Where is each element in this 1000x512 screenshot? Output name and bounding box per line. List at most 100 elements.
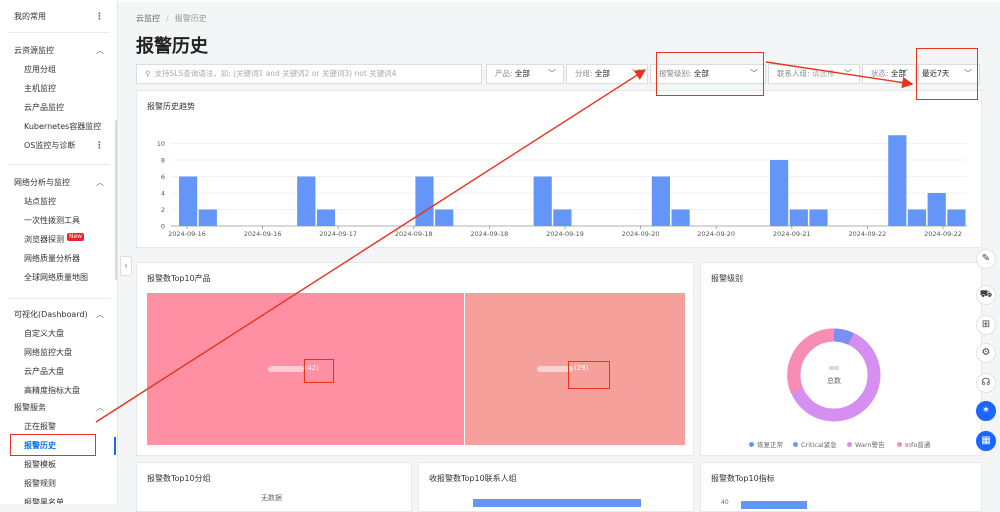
chart-bar <box>770 160 789 226</box>
chevron-up-icon: ︿ <box>96 46 104 55</box>
chevron-down-icon: ﹀ <box>548 69 556 78</box>
top10-contacts-card: 收报警数Top10联系人组 <box>418 462 694 512</box>
sidebar-item[interactable]: 网络监控大盘 <box>0 344 117 362</box>
more-icon[interactable]: ⋮ <box>95 8 104 26</box>
annotation-box-level <box>656 52 764 96</box>
sidebar-item-label: 云产品监控 <box>24 103 64 112</box>
x-tick-label: 2024-09-20 <box>622 230 660 238</box>
chart-bar <box>415 176 434 226</box>
annotation-box-cell-1 <box>304 359 334 383</box>
x-tick-label: 2024-09-18 <box>471 230 509 238</box>
product-label: 产品: <box>495 69 513 78</box>
contact-bar <box>473 499 641 507</box>
legend-label: 恢复正常 <box>757 441 783 449</box>
top10-products-title: 报警数Top10产品 <box>147 274 211 283</box>
donut-center-label: 总数 <box>827 376 841 385</box>
y-tick-label: 40 <box>721 499 729 506</box>
sidebar-item[interactable]: 云产品监控 <box>0 99 117 117</box>
sidebar-item[interactable]: 浏览器探测 New <box>0 231 117 249</box>
search-icon: ⚲ <box>145 69 151 78</box>
y-tick-label: 0 <box>161 223 165 231</box>
sidebar-item-label: Kubernetes容器监控 <box>24 122 102 131</box>
edit-icon[interactable]: ✎ <box>976 249 996 269</box>
chevron-down-icon: ﹀ <box>900 69 908 78</box>
new-badge: New <box>67 233 85 241</box>
sidebar-item-label: 浏览器探测 <box>24 235 64 244</box>
contact-value: 请选择 <box>811 69 835 78</box>
legend-label: Critical紧急 <box>801 441 837 449</box>
sidebar-item[interactable]: 网络质量分析器 <box>0 250 117 268</box>
sidebar-item[interactable]: 站点监控 <box>0 193 117 211</box>
assistant-icon[interactable]: ✶ <box>976 401 996 421</box>
chevron-down-icon: ﹀ <box>632 69 640 78</box>
sidebar-item[interactable]: 报警规则 <box>0 475 117 493</box>
main-content: 云监控 / 报警历史 报警历史 ⚲ 支持SLS查询语法，如: (关键词1 and 关键… <box>130 0 986 512</box>
chart-bar <box>198 209 217 226</box>
group-label: 可视化(Dashboard) <box>14 310 88 319</box>
sidebar-group-cloud[interactable]: 云资源监控 ︿ <box>0 42 117 60</box>
sidebar-item[interactable]: 一次性拨测工具 <box>0 212 117 230</box>
trend-chart: 0 2 4 6 8 10 2024-09-16 2024-09-16 2024-09-17 202… <box>157 135 967 238</box>
divider <box>8 32 110 33</box>
contact-group-select[interactable]: 联系人组: 请选择 ﹀ <box>768 64 860 84</box>
legend-item[interactable]: Info普通 <box>897 439 930 449</box>
sidebar-item-label: 高精度指标大盘 <box>24 386 80 395</box>
sidebar-group-dashboard[interactable]: 可视化(Dashboard) ︿ <box>0 306 117 324</box>
x-tick-label: 2024-09-22 <box>924 230 962 238</box>
sidebar-item[interactable]: Kubernetes容器监控 <box>0 118 117 136</box>
legend-item[interactable]: Critical紧急 <box>793 439 837 449</box>
sidebar-group-alarm[interactable]: 报警服务 ︿ <box>0 399 117 417</box>
active-indicator <box>114 437 116 455</box>
sidebar-item[interactable]: 报警模板 <box>0 456 117 474</box>
top10-products-card: 报警数Top10产品 (42) (29) <box>136 262 694 456</box>
sidebar-item-label: 云产品大盘 <box>24 367 64 376</box>
legend-item[interactable]: Warn警告 <box>847 439 885 449</box>
product-select[interactable]: 产品: 全部 ﹀ <box>486 64 564 84</box>
shop-icon[interactable]: ⊞ <box>976 315 996 335</box>
legend-dot <box>897 442 902 447</box>
sidebar: 我的常用 ⋮ 云资源监控 ︿ 应用分组 主机监控 云产品监控 Kubernete… <box>0 0 118 504</box>
sidebar-item-label: 一次性拨测工具 <box>24 216 80 225</box>
sidebar-item[interactable]: 云产品大盘 <box>0 363 117 381</box>
group-select[interactable]: 分组: 全部 ﹀ <box>566 64 648 84</box>
legend-item[interactable]: 恢复正常 <box>749 439 783 449</box>
y-tick-label: 2 <box>161 206 165 214</box>
sidebar-scrollbar[interactable] <box>115 120 117 280</box>
legend-label: Info普通 <box>905 441 931 449</box>
gear-icon[interactable]: ⚙ <box>976 343 996 363</box>
sidebar-item[interactable]: 应用分组 <box>0 61 117 79</box>
annotation-box-sidebar <box>10 434 96 456</box>
sidebar-item-label: OS监控与诊断 <box>24 141 76 150</box>
sidebar-item-label: 站点监控 <box>24 197 56 206</box>
sidebar-item-label: 报警模板 <box>24 460 56 469</box>
sidebar-item[interactable]: 全球网络质量地图 <box>0 269 117 287</box>
apps-icon[interactable]: ▦ <box>976 431 996 451</box>
breadcrumb-root-link[interactable]: 云监控 <box>136 14 160 23</box>
sidebar-item[interactable]: 自定义大盘 <box>0 325 117 343</box>
y-tick-label: 6 <box>161 173 165 181</box>
group-label: 网络分析与监控 <box>14 178 70 187</box>
sidebar-item-label: 网络质量分析器 <box>24 254 80 263</box>
group-label: 云资源监控 <box>14 46 54 55</box>
sidebar-item[interactable]: 报警黑名单 <box>0 494 117 504</box>
contact-label: 联系人组: <box>777 69 810 78</box>
y-tick-label: 10 <box>157 140 165 148</box>
cart-icon[interactable]: ⛟ <box>976 285 996 305</box>
more-icon[interactable]: ⋮ <box>95 137 104 155</box>
chart-bar <box>947 209 966 226</box>
sidebar-favorites[interactable]: 我的常用 ⋮ <box>0 8 117 26</box>
status-select[interactable]: 状态: 全部 ﹀ <box>862 64 916 84</box>
search-input[interactable]: ⚲ 支持SLS查询语法，如: (关键词1 and 关键词2 or 关键词3) no… <box>136 64 482 84</box>
headset-icon[interactable]: ☊ <box>976 373 996 393</box>
sidebar-item-label: 全球网络质量地图 <box>24 273 88 282</box>
sidebar-item[interactable]: 高精度指标大盘 <box>0 382 117 400</box>
sidebar-item[interactable]: OS监控与诊断 ⋮ <box>0 137 117 155</box>
chart-bar <box>907 209 927 226</box>
top10-metrics-title: 报警数Top10指标 <box>711 474 775 483</box>
legend-dot <box>793 442 798 447</box>
sidebar-group-network[interactable]: 网络分析与监控 ︿ <box>0 174 117 192</box>
sidebar-item-label: 主机监控 <box>24 84 56 93</box>
metric-bar <box>741 501 807 509</box>
sidebar-item[interactable]: 主机监控 <box>0 80 117 98</box>
donut-segment-critical <box>833 328 854 345</box>
